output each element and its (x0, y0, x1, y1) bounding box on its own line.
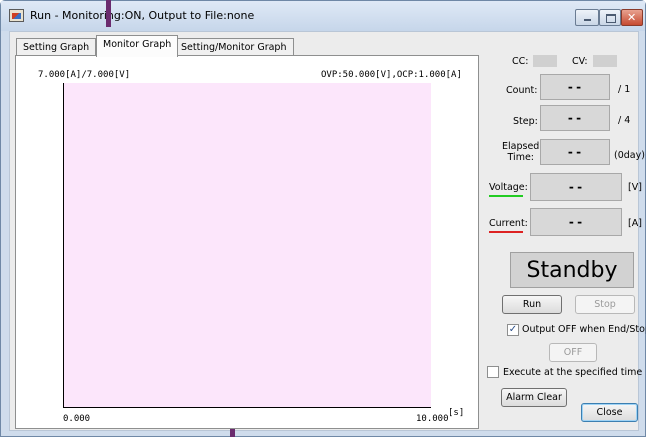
off-button[interactable]: OFF (549, 343, 597, 362)
voltage-value: -- (530, 173, 622, 201)
execute-time-checkbox[interactable] (487, 366, 499, 378)
minimize-button[interactable] (575, 9, 599, 26)
elapsed-label-line2: Time: (507, 152, 534, 163)
close-window-button[interactable] (621, 9, 643, 26)
voltage-color-line (489, 195, 523, 197)
step-value: -- (540, 105, 610, 131)
window-title: Run - Monitoring:ON, Output to File:none (30, 9, 255, 22)
count-value: -- (540, 74, 610, 100)
current-unit: [A] (628, 218, 642, 229)
chart-top-right-label: OVP:50.000[V],OCP:1.000[A] (321, 70, 462, 80)
count-label: Count: (506, 85, 538, 96)
voltage-unit: [V] (628, 182, 642, 193)
current-value: -- (530, 208, 622, 236)
close-button[interactable]: Close (581, 403, 638, 422)
tab-monitor-graph[interactable]: Monitor Graph (96, 35, 179, 57)
maximize-button[interactable] (599, 9, 621, 26)
stop-button[interactable]: Stop (575, 295, 635, 314)
execute-time-label: Execute at the specified time (503, 367, 643, 378)
elapsed-label-line1: Elapsed (502, 141, 540, 152)
app-icon (9, 9, 24, 22)
x-max-tick-label: 10.000 (416, 414, 449, 424)
step-label: Step: (513, 116, 538, 127)
x-min-tick-label: 0.000 (63, 414, 91, 424)
output-off-checkbox[interactable]: ✓ (507, 324, 519, 336)
app-window: Run - Monitoring:ON, Output to File:none… (0, 0, 646, 437)
monitor-graph-panel: 7.000[A]/7.000[V] OVP:50.000[V],OCP:1.00… (15, 55, 479, 429)
voltage-label: Voltage: (489, 182, 528, 193)
cv-label: CV: (572, 56, 588, 67)
tab-setting-monitor-graph[interactable]: Setting/Monitor Graph (174, 38, 294, 56)
cv-indicator (593, 55, 617, 67)
count-total: / 1 (618, 84, 631, 95)
state-display: Standby (510, 252, 634, 288)
x-unit-label: [s] (448, 408, 465, 418)
tab-setting-graph[interactable]: Setting Graph (16, 38, 97, 56)
elapsed-value: -- (540, 139, 610, 165)
cc-label: CC: (512, 56, 529, 67)
client-area: Setting Graph Monitor Graph Setting/Moni… (9, 31, 646, 431)
cc-indicator (533, 55, 557, 67)
marker-top (106, 0, 111, 27)
current-label: Current: (489, 218, 528, 229)
step-total: / 4 (618, 115, 631, 126)
run-button[interactable]: Run (502, 295, 562, 314)
title-bar[interactable]: Run - Monitoring:ON, Output to File:none (1, 1, 645, 31)
alarm-clear-button[interactable]: Alarm Clear (501, 388, 567, 407)
chart-top-left-label: 7.000[A]/7.000[V] (38, 70, 131, 80)
plot-area (63, 83, 431, 408)
elapsed-day: (0day) (614, 150, 645, 161)
output-off-label: Output OFF when End/Stop (522, 324, 646, 335)
current-color-line (489, 231, 523, 233)
